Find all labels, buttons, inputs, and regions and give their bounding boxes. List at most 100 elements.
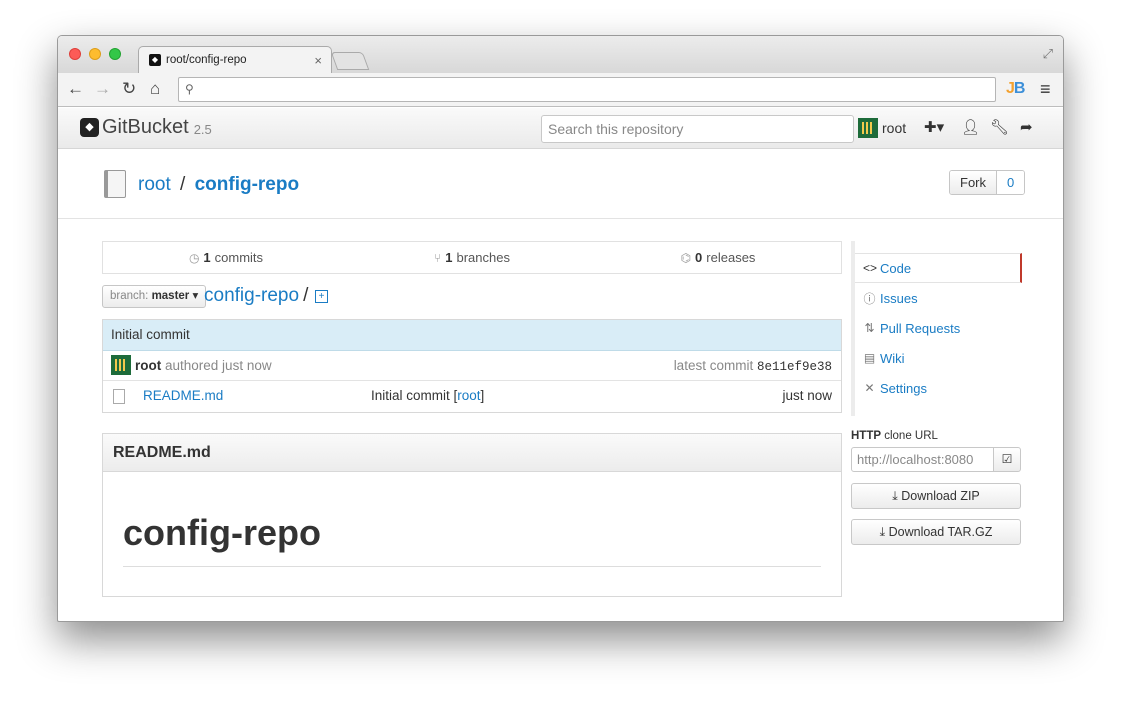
commits-count: 1 [203,250,211,265]
maximize-window-button[interactable] [109,48,121,60]
readme-body: config-repo [103,472,841,567]
back-icon[interactable]: ← [67,79,84,99]
branch-prefix: branch: [110,290,149,302]
new-file-icon[interactable]: + [315,290,328,303]
releases-count: 0 [695,250,703,265]
wrench-icon[interactable]: 🔧︎ [990,118,1009,136]
browser-tab[interactable]: ◆ root/config-repo × [138,46,332,73]
fork-count-link[interactable]: 0 [997,171,1025,194]
breadcrumb-repo-link[interactable]: config-repo [204,285,299,306]
breadcrumb-separator: / [303,285,309,306]
releases-stat-link[interactable]: ⌬ 0 releases [595,242,841,273]
file-commit-message: Initial commit [root] [371,381,484,411]
sidebar-item-label: Settings [880,380,927,396]
clipboard-check-icon: ☑ [1001,452,1013,466]
jetbrains-extension-icon[interactable]: JB [1006,80,1025,98]
commit-sha-link[interactable]: 8e11ef9e38 [757,360,832,374]
tools-icon: ✕ [864,381,875,395]
clone-url-field[interactable] [851,447,994,472]
fork-group: Fork 0 [949,170,1026,195]
pull-request-icon: ⇅ [864,321,875,335]
app-header: ◆ GitBucket 2.5 root ✚▾ 👤︎ 🔧︎ ➦ [58,108,1063,149]
branch-selector[interactable]: branch: master ▾ [102,285,207,308]
latest-commit-info: latest commit 8e11ef9e38 [674,351,832,382]
close-window-button[interactable] [69,48,81,60]
sidebar-item-label: Wiki [880,350,905,366]
avatar [111,355,131,375]
file-icon [113,389,125,404]
latest-commit-message: Initial commit [103,320,841,351]
brand-version: 2.5 [193,122,212,137]
plus-dropdown-icon[interactable]: ✚▾ [924,118,944,136]
username: root [882,120,907,136]
tab-title: root/config-repo [166,54,247,66]
branch-icon: ⑂ [434,250,442,265]
commits-label: commits [214,250,264,265]
download-icon: ⤓ [892,489,898,503]
account-icon[interactable]: 👤︎ [961,118,980,136]
file-commit-text: Initial commit [ [371,388,458,403]
commit-authored-text: authored just now [165,358,272,373]
repo-title: root / config-repo [138,174,299,196]
clone-protocol: HTTP [851,430,882,442]
history-icon: ◷ [188,250,200,265]
repo-search-input[interactable] [541,115,854,143]
download-zip-button[interactable]: ⤓ Download ZIP [851,483,1021,509]
clone-url-label: HTTP clone URL [851,430,938,442]
book-icon: ▤ [863,351,876,365]
issue-icon: ⓘ [863,291,876,306]
repo-title-separator: / [180,174,186,195]
gitbucket-logo-icon: ◆ [80,118,99,137]
search-icon: ⚲ [185,82,194,96]
browser-window: ◆ root/config-repo × ⤢ ← → ↻ ⌂ ⚲ JB ≡ ◆ … [57,35,1064,622]
readme-title: README.md [103,434,841,472]
fork-button[interactable]: Fork [950,171,997,194]
address-bar[interactable]: ⚲ [178,77,996,102]
new-tab-button[interactable] [330,52,370,70]
close-tab-icon[interactable]: × [314,53,322,68]
sidebar-item-label: Code [880,260,912,276]
sidebar-item-label: Issues [880,290,918,306]
readme-heading: config-repo [123,512,821,567]
code-icon: <> [863,261,878,275]
file-commit-bracket: ] [480,388,485,403]
fullscreen-icon[interactable]: ⤢ [1043,46,1053,62]
user-menu[interactable]: root [858,118,906,138]
sign-out-icon[interactable]: ➦ [1020,118,1033,136]
repo-owner-link[interactable]: root [138,174,171,195]
branches-count: 1 [445,250,453,265]
file-name-link[interactable]: README.md [143,381,223,411]
releases-label: releases [706,250,756,265]
forward-icon[interactable]: → [94,79,111,99]
chevron-down-icon: ▾ [192,290,199,302]
download-tar-button[interactable]: ⤓ Download TAR.GZ [851,519,1021,545]
branch-name: master [151,290,190,302]
clone-label-text: clone URL [884,430,938,442]
browser-toolbar: ← → ↻ ⌂ ⚲ JB ≡ [58,73,1063,107]
sidebar-item-wiki[interactable]: ▤ Wiki [855,343,1022,373]
commits-stat-link[interactable]: ◷ 1 commits [103,242,349,273]
file-date: just now [782,388,832,403]
branches-stat-link[interactable]: ⑂ 1 branches [349,242,595,273]
download-zip-label: Download ZIP [901,489,980,503]
browser-menu-icon[interactable]: ≡ [1040,79,1051,100]
sidebar-item-label: Pull Requests [880,320,961,336]
sidebar-item-code[interactable]: <> Code [855,253,1022,283]
repo-name-link[interactable]: config-repo [195,174,300,195]
home-icon[interactable]: ⌂ [150,79,160,99]
download-tar-label: Download TAR.GZ [888,525,993,539]
commit-author-link[interactable]: root [135,358,161,373]
minimize-window-button[interactable] [89,48,101,60]
brand[interactable]: ◆ GitBucket 2.5 [80,116,212,139]
latest-commit-label: latest commit [673,358,754,373]
file-commit-author-link[interactable]: root [457,388,480,403]
reload-icon[interactable]: ↻ [122,79,136,99]
sidebar-item-pull-requests[interactable]: ⇅ Pull Requests [855,313,1022,343]
sidebar-item-settings[interactable]: ✕ Settings [855,373,1022,403]
copy-clone-url-button[interactable]: ☑ [993,447,1021,472]
download-icon: ⤓ [879,525,886,539]
sidebar-item-issues[interactable]: ⓘ Issues [855,283,1022,313]
repo-header: root / config-repo Fork 0 [58,149,1063,219]
repo-sidebar-nav: <> Code ⓘ Issues ⇅ Pull Requests ▤ Wiki … [851,241,1022,416]
tab-strip: ◆ root/config-repo × ⤢ [58,36,1063,73]
